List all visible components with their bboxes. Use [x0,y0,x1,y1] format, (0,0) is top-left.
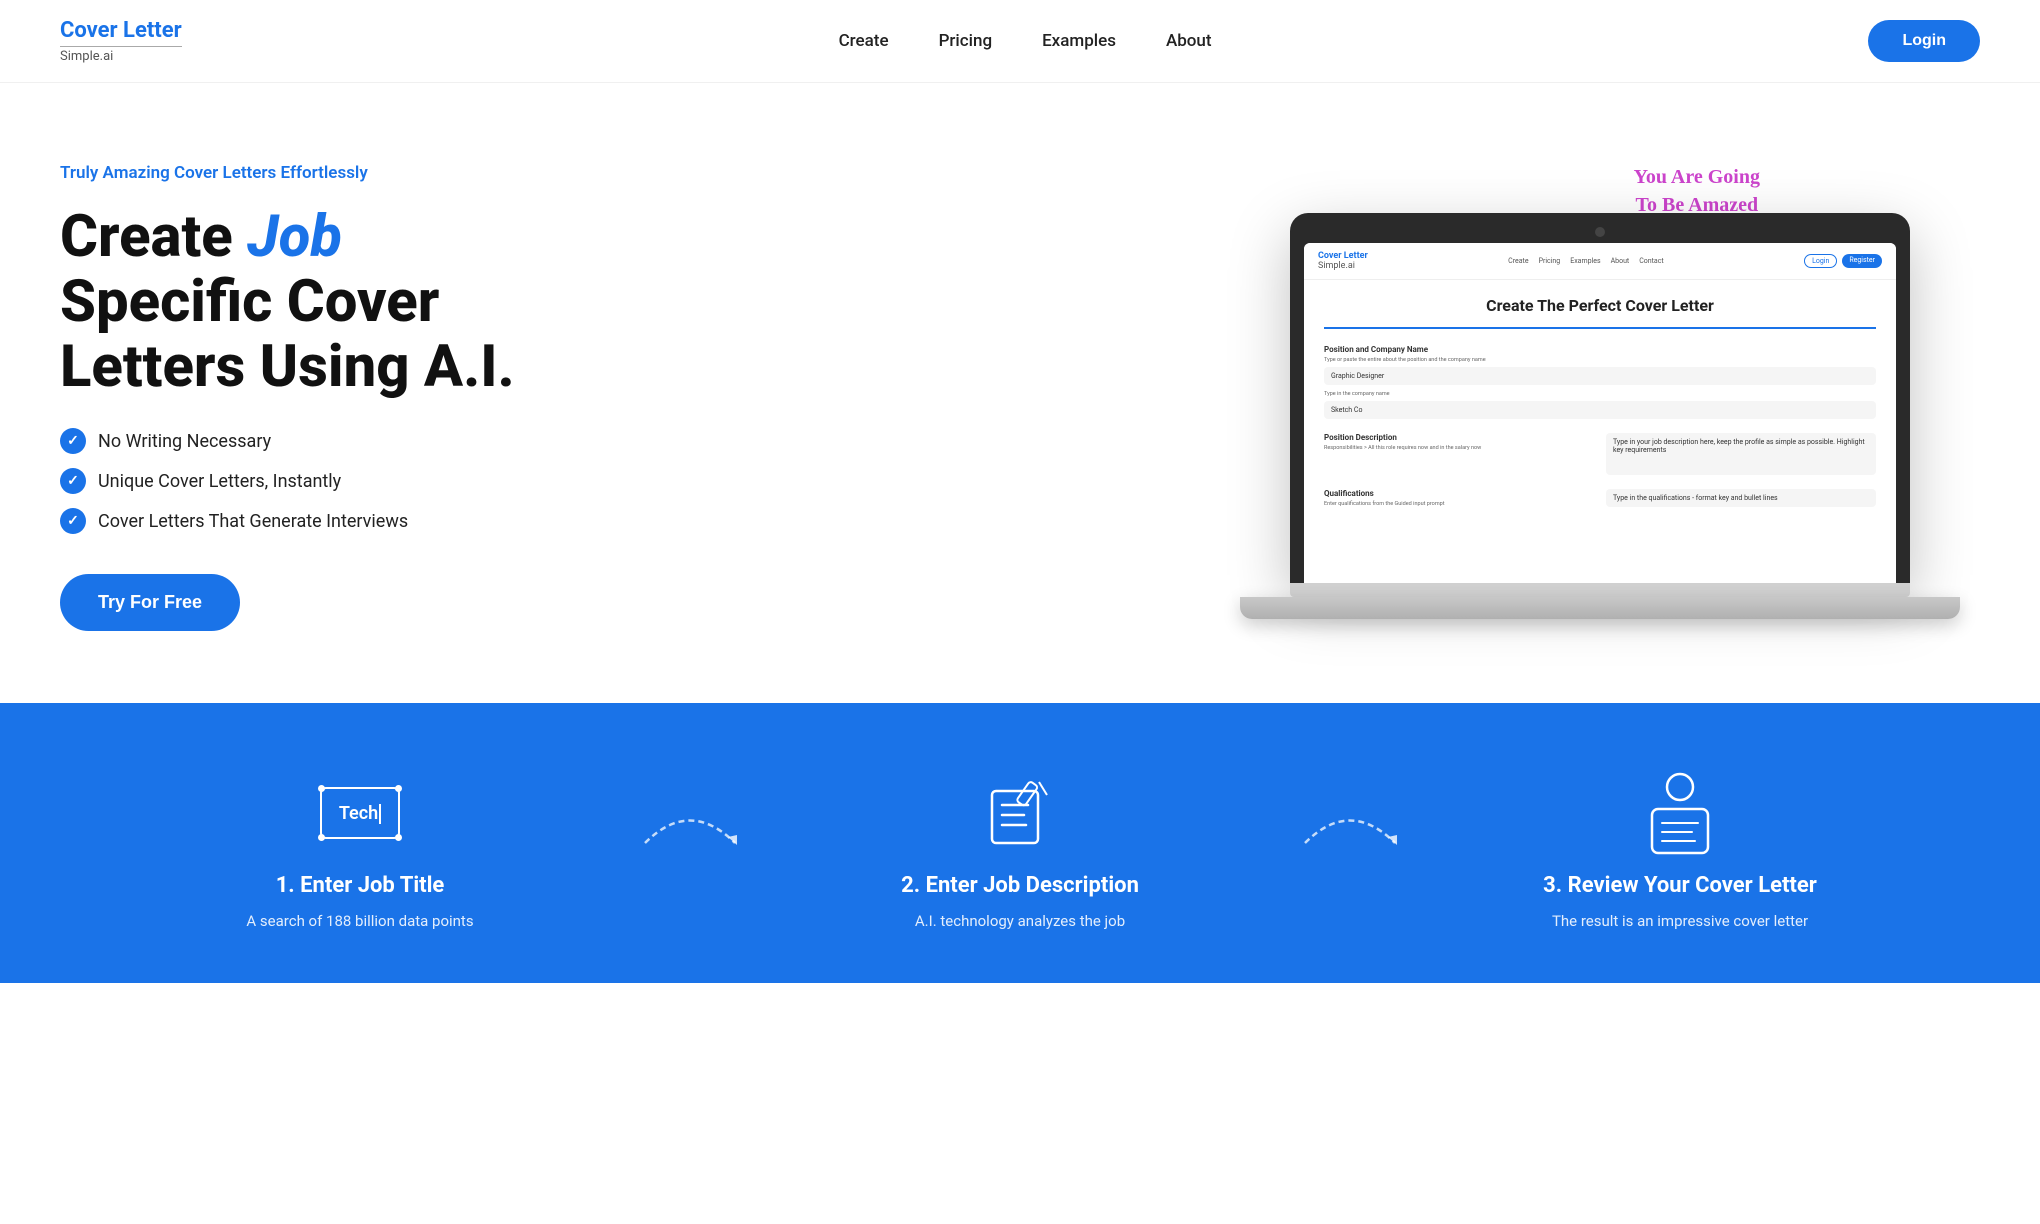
laptop-screen-inner: Cover LetterSimple.ai Create Pricing Exa… [1304,243,1896,583]
hero-section: Truly Amazing Cover Letters Effortlessly… [0,83,2040,703]
login-button[interactable]: Login [1868,20,1980,62]
screen-link-create: Create [1508,257,1528,265]
screen-qual-right: Type in the qualifications - format key … [1606,489,1876,511]
screen-position-label: Position and Company Name [1324,345,1876,354]
nav-pricing[interactable]: Pricing [939,31,993,51]
check-icon-1 [60,428,86,454]
screen-form-qual-row: Qualifications Enter qualifications from… [1324,489,1876,511]
screen-nav: Cover LetterSimple.ai Create Pricing Exa… [1304,243,1896,280]
hero-headline: Create Job Specific CoverLetters Using A… [60,205,515,400]
screen-field-pos: Graphic Designer [1324,367,1876,385]
try-for-free-button[interactable]: Try For Free [60,574,240,631]
screen-field-position: Position and Company Name Type or paste … [1324,345,1876,419]
hero-tagline: Truly Amazing Cover Letters Effortlessly [60,163,515,183]
laptop-mockup: Cover LetterSimple.ai Create Pricing Exa… [1290,213,1960,619]
bullet-2: Unique Cover Letters, Instantly [60,468,515,494]
screen-divider [1324,327,1876,329]
screen-field-company: Sketch Co [1324,401,1876,419]
hero-left: Truly Amazing Cover Letters Effortlessly… [60,143,515,631]
hero-right: You Are GoingTo Be Amazed Cover LetterSi… [515,143,1980,619]
navbar: Cover Letter Simple.ai Create Pricing Ex… [0,0,2040,83]
screen-content: Create The Perfect Cover Letter Position… [1304,280,1896,541]
screen-form-desc-row: Position Description Responsibilities > … [1324,433,1876,475]
handle-tl [318,785,325,792]
screen-desc-right: Type in your job description here, keep … [1606,433,1876,475]
check-icon-2 [60,468,86,494]
laptop-base [1240,597,1960,619]
screen-qual-left: Qualifications Enter qualifications from… [1324,489,1594,511]
textbox-icon: Tech [320,787,400,839]
textbox-text: Tech [339,803,381,824]
nav-links: Create Pricing Examples About [839,31,1212,51]
hero-annotation: You Are GoingTo Be Amazed [1634,163,1760,219]
dashed-arrow-1 [640,793,740,853]
nav-about[interactable]: About [1166,31,1212,51]
doc-pen-icon [980,773,1060,853]
nav-create[interactable]: Create [839,31,889,51]
bullet-3: Cover Letters That Generate Interviews [60,508,515,534]
screen-logo: Cover LetterSimple.ai [1318,251,1368,271]
screen-links: Create Pricing Examples About Contact [1508,257,1664,265]
check-icon-3 [60,508,86,534]
handle-br [395,834,402,841]
logo[interactable]: Cover Letter Simple.ai [60,18,182,64]
logo-subtitle: Simple.ai [60,46,182,64]
headline-part2: Specific CoverLetters Using A.I. [60,268,515,401]
screen-link-about: About [1611,257,1630,265]
dashed-arrow-2 [1300,793,1400,853]
screen-link-contact: Contact [1639,257,1663,265]
screen-link-examples: Examples [1570,257,1600,265]
laptop-base-top [1290,583,1910,597]
step-1-icon: Tech [320,773,400,853]
screen-register: Register [1842,254,1882,268]
step-2-title: 2. Enter Job Description [770,873,1270,898]
laptop-screen-outer: Cover LetterSimple.ai Create Pricing Exa… [1290,213,1910,583]
step-3-title: 3. Review Your Cover Letter [1430,873,1930,898]
headline-part1: Create [60,203,247,271]
hero-bullets: No Writing Necessary Unique Cover Letter… [60,428,515,534]
step-3-desc: The result is an impressive cover letter [1430,910,1930,933]
headline-highlight: Job [247,203,342,271]
screen-desc-left: Position Description Responsibilities > … [1324,433,1594,475]
step-1-desc: A search of 188 billion data points [110,910,610,933]
screen-btns: Login Register [1804,254,1882,268]
step-2: 2. Enter Job Description A.I. technology… [740,773,1300,933]
step-2-icon [980,773,1060,853]
screen-form-position-row: Position and Company Name Type or paste … [1324,345,1876,419]
screen-form-title: Create The Perfect Cover Letter [1324,296,1876,315]
screen-field-qual: Type in the qualifications - format key … [1606,489,1876,507]
screen-login: Login [1804,254,1837,268]
step-3-icon [1640,773,1720,853]
person-doc-icon [1640,769,1720,857]
laptop-camera [1595,227,1605,237]
screen-link-pricing: Pricing [1539,257,1561,265]
step-arrow-2 [1300,773,1400,853]
nav-examples[interactable]: Examples [1042,31,1116,51]
steps-section: Tech 1. Enter Job Title A search of 188 … [0,703,2040,983]
step-arrow-1 [640,773,740,853]
step-1-title: 1. Enter Job Title [110,873,610,898]
step-2-desc: A.I. technology analyzes the job [770,910,1270,933]
screen-field-desc: Type in your job description here, keep … [1606,433,1876,475]
handle-tr [395,785,402,792]
step-1: Tech 1. Enter Job Title A search of 188 … [80,773,640,933]
logo-title: Cover Letter [60,18,182,44]
bullet-1: No Writing Necessary [60,428,515,454]
handle-bl [318,834,325,841]
step-3: 3. Review Your Cover Letter The result i… [1400,773,1960,933]
